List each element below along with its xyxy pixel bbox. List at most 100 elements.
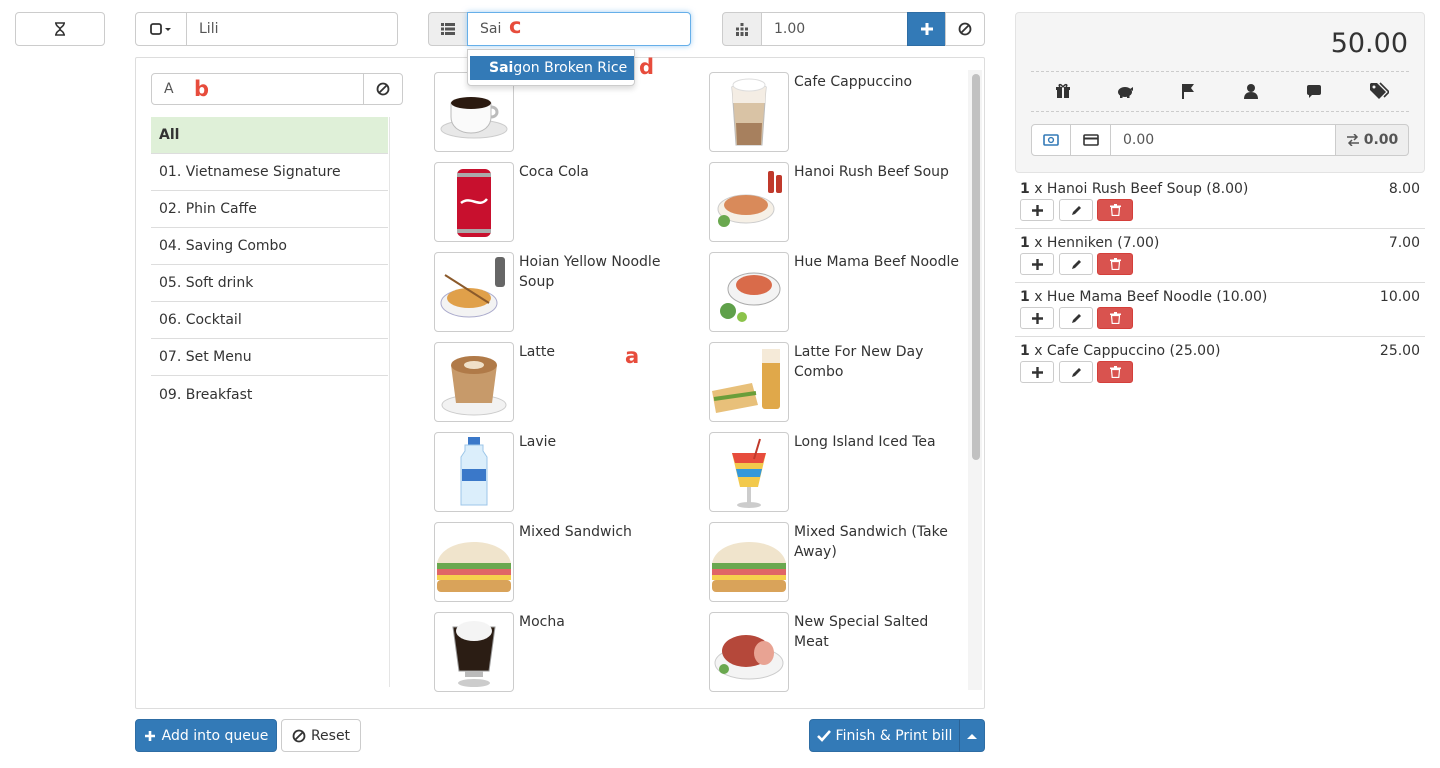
flag-icon[interactable] <box>1181 83 1195 99</box>
summary-divider-top <box>1031 71 1409 72</box>
caret-up-icon <box>967 733 977 739</box>
customer-type-dropdown[interactable] <box>135 12 187 46</box>
trash-icon <box>1109 204 1121 216</box>
suggestion-match: Sai <box>489 60 514 76</box>
product-card[interactable]: New Special Salted Meat <box>709 612 969 694</box>
product-card[interactable]: Mixed Sandwich <box>434 522 694 604</box>
finish-options-dropdown-button[interactable] <box>959 719 985 752</box>
product-card[interactable]: Mocha <box>434 612 694 694</box>
product-card[interactable]: Long Island Iced Tea <box>709 432 969 514</box>
category-item[interactable]: 07. Set Menu <box>151 339 388 376</box>
category-label: 09. Breakfast <box>159 386 253 403</box>
edit-line-button[interactable] <box>1059 307 1093 329</box>
category-label: 05. Soft drink <box>159 275 254 291</box>
annotation-d: d <box>639 55 655 79</box>
quantity-input[interactable]: 1.00 <box>761 12 908 46</box>
finish-print-bill-label: Finish & Print bill <box>835 727 953 744</box>
reset-label: Reset <box>310 727 351 744</box>
quantity-icon-button <box>722 12 762 46</box>
suggestion-rest: gon Broken Rice <box>513 60 628 76</box>
plus-icon <box>1031 312 1043 324</box>
category-item[interactable]: 05. Soft drink <box>151 265 388 302</box>
category-item[interactable]: 09. Breakfast <box>151 376 388 413</box>
increase-qty-button[interactable] <box>1020 253 1054 275</box>
product-card[interactable]: Mixed Sandwich (Take Away) <box>709 522 969 604</box>
product-name: Hoian Yellow Noodle Soup <box>519 254 661 290</box>
pencil-icon <box>1071 259 1082 270</box>
product-thumbnail <box>709 432 789 512</box>
product-card[interactable]: Latte <box>434 342 694 424</box>
edit-line-button[interactable] <box>1059 361 1093 383</box>
product-search-input[interactable]: Sai <box>467 12 691 46</box>
product-thumbnail <box>709 162 789 242</box>
suggestion-item[interactable]: Sai gon Broken Rice <box>470 56 634 80</box>
piggy-bank-icon[interactable] <box>1116 83 1134 99</box>
change-amount-button[interactable]: 0.00 <box>1335 124 1409 156</box>
order-line-desc: x Hanoi Rush Beef Soup (8.00) <box>1029 181 1249 197</box>
delete-line-button[interactable] <box>1097 199 1133 221</box>
order-line: 1 x Hue Mama Beef Noodle (10.00) 10.00 <box>1015 283 1425 337</box>
category-filter-input[interactable]: A <box>151 73 364 105</box>
order-line-amount: 7.00 <box>1388 235 1420 251</box>
plus-icon <box>144 730 156 742</box>
category-list: All 01. Vietnamese Signature 02. Phin Ca… <box>151 117 388 413</box>
plus-icon <box>1031 366 1043 378</box>
delete-line-button[interactable] <box>1097 361 1133 383</box>
payment-amount-input[interactable]: 0.00 <box>1110 124 1336 156</box>
category-item-all[interactable]: All <box>151 117 388 154</box>
product-card[interactable]: Lavie <box>434 432 694 514</box>
customer-input[interactable]: Lili <box>186 12 398 46</box>
increase-qty-button[interactable] <box>1020 199 1054 221</box>
cash-payment-button[interactable] <box>1031 124 1071 156</box>
product-scrollbar-thumb[interactable] <box>972 74 980 460</box>
timer-button[interactable] <box>15 12 105 46</box>
product-card[interactable]: Coca Cola <box>434 162 694 244</box>
product-list-toggle[interactable] <box>428 12 468 46</box>
product-card[interactable]: Hanoi Rush Beef Soup <box>709 162 969 244</box>
order-line-desc: x Cafe Cappuccino (25.00) <box>1029 343 1221 359</box>
clear-category-filter-button[interactable] <box>363 73 403 105</box>
customer-input-value: Lili <box>199 21 219 37</box>
category-label: All <box>159 127 180 143</box>
product-name: Hanoi Rush Beef Soup <box>794 164 949 180</box>
category-item[interactable]: 04. Saving Combo <box>151 228 388 265</box>
ban-icon <box>376 82 390 96</box>
product-thumbnail <box>434 162 514 242</box>
product-card[interactable]: Latte For New Day Combo <box>709 342 969 424</box>
category-label: 02. Phin Caffe <box>159 201 257 217</box>
comment-icon[interactable] <box>1306 83 1322 99</box>
square-icon <box>150 23 172 35</box>
tags-icon[interactable] <box>1369 82 1389 100</box>
plus-icon <box>1031 204 1043 216</box>
reset-button[interactable]: Reset <box>281 719 361 752</box>
category-item[interactable]: 06. Cocktail <box>151 302 388 339</box>
delete-line-button[interactable] <box>1097 307 1133 329</box>
product-card[interactable]: Hoian Yellow Noodle Soup <box>434 252 694 334</box>
category-scroll-divider <box>389 117 404 687</box>
increase-qty-button[interactable] <box>1020 361 1054 383</box>
delete-line-button[interactable] <box>1097 253 1133 275</box>
card-payment-button[interactable] <box>1070 124 1111 156</box>
search-suggestion-dropdown: Sai gon Broken Rice <box>467 49 635 86</box>
order-line-amount: 8.00 <box>1388 181 1420 197</box>
quantity-value: 1.00 <box>774 21 806 37</box>
clear-product-button[interactable] <box>945 12 985 46</box>
hourglass-icon <box>54 22 66 36</box>
finish-print-bill-button[interactable]: Finish & Print bill <box>809 719 960 752</box>
gift-icon[interactable] <box>1055 83 1071 99</box>
increase-qty-button[interactable] <box>1020 307 1054 329</box>
product-card[interactable]: Cafe Cappuccino <box>709 72 969 154</box>
category-item[interactable]: 01. Vietnamese Signature <box>151 154 388 191</box>
product-name: Latte For New Day Combo <box>794 344 924 380</box>
user-icon[interactable] <box>1243 83 1259 99</box>
plus-icon <box>1031 258 1043 270</box>
product-thumbnail <box>434 522 514 602</box>
product-search-value: Sai <box>480 21 502 37</box>
product-card[interactable]: Hue Mama Beef Noodle <box>709 252 969 334</box>
edit-line-button[interactable] <box>1059 253 1093 275</box>
order-line-desc: x Henniken (7.00) <box>1029 235 1160 251</box>
edit-line-button[interactable] <box>1059 199 1093 221</box>
add-into-queue-button[interactable]: Add into queue <box>135 719 277 752</box>
category-item[interactable]: 02. Phin Caffe <box>151 191 388 228</box>
add-product-button[interactable] <box>907 12 946 46</box>
